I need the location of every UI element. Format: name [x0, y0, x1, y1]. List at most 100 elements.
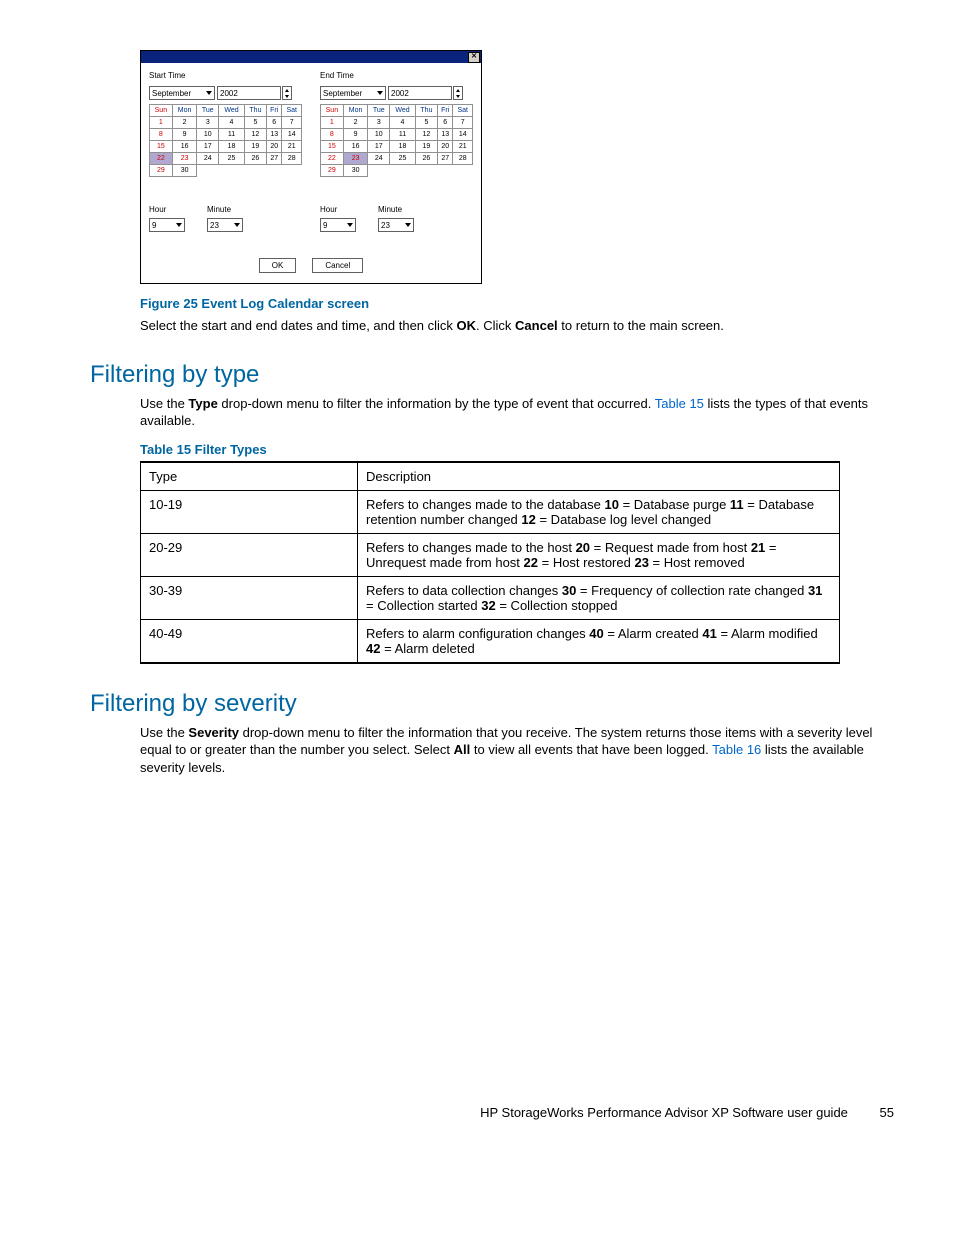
calendar-day[interactable]: 28	[453, 153, 473, 165]
calendar-day[interactable]: 19	[244, 141, 266, 153]
calendar-day[interactable]: 9	[343, 129, 368, 141]
calendar-day[interactable]: 17	[368, 141, 390, 153]
calendar-day[interactable]: 25	[219, 153, 245, 165]
chevron-down-icon	[234, 223, 240, 227]
calendar-day[interactable]: 23	[172, 153, 197, 165]
calendar-day[interactable]: 6	[266, 117, 282, 129]
ok-button[interactable]: OK	[259, 258, 297, 273]
calendar-day[interactable]: 26	[244, 153, 266, 165]
calendar-day[interactable]: 24	[197, 153, 219, 165]
calendar-day[interactable]: 18	[219, 141, 245, 153]
calendar-day[interactable]: 22	[321, 153, 344, 165]
calendar-day[interactable]: 1	[321, 117, 344, 129]
calendar-day[interactable]: 1	[150, 117, 173, 129]
calendar-day[interactable]: 10	[368, 129, 390, 141]
calendar-dow: Sun	[150, 105, 173, 117]
chevron-down-icon	[285, 95, 289, 98]
calendar-dow: Thu	[415, 105, 437, 117]
calendar-day[interactable]: 15	[150, 141, 173, 153]
calendar-empty	[282, 165, 302, 177]
calendar-day[interactable]: 19	[415, 141, 437, 153]
end-minute-dropdown[interactable]: 23	[378, 218, 414, 232]
end-hour-label: Hour	[320, 205, 356, 214]
calendar-day[interactable]: 4	[390, 117, 416, 129]
calendar-day[interactable]: 7	[282, 117, 302, 129]
calendar-day[interactable]: 25	[390, 153, 416, 165]
calendar-day[interactable]: 4	[219, 117, 245, 129]
calendar-day[interactable]: 13	[266, 129, 282, 141]
calendar-day[interactable]: 20	[266, 141, 282, 153]
end-hour-value: 9	[323, 221, 327, 230]
calendar-day[interactable]: 9	[172, 129, 197, 141]
calendar-day[interactable]: 28	[282, 153, 302, 165]
calendar-empty	[266, 165, 282, 177]
calendar-day[interactable]: 24	[368, 153, 390, 165]
filtering-by-severity-heading: Filtering by severity	[90, 690, 894, 718]
calendar-day[interactable]: 3	[197, 117, 219, 129]
calendar-day[interactable]: 30	[343, 165, 368, 177]
calendar-day[interactable]: 29	[150, 165, 173, 177]
calendar-day[interactable]: 16	[343, 141, 368, 153]
start-calendar[interactable]: SunMonTueWedThuFriSat1234567891011121314…	[149, 104, 302, 177]
calendar-day[interactable]: 27	[266, 153, 282, 165]
calendar-day[interactable]: 8	[321, 129, 344, 141]
start-year-spinner[interactable]	[282, 86, 292, 100]
calendar-day[interactable]: 7	[453, 117, 473, 129]
cancel-button[interactable]: Cancel	[312, 258, 363, 273]
table-16-xref[interactable]: Table 16	[712, 742, 761, 757]
calendar-day[interactable]: 11	[219, 129, 245, 141]
end-year-input[interactable]: 2002	[388, 86, 452, 100]
end-month-dropdown[interactable]: September	[320, 86, 386, 100]
start-hour-label: Hour	[149, 205, 185, 214]
table-cell: Refers to data collection changes 30 = F…	[358, 576, 840, 619]
calendar-dow: Thu	[244, 105, 266, 117]
start-minute-dropdown[interactable]: 23	[207, 218, 243, 232]
calendar-day[interactable]: 10	[197, 129, 219, 141]
end-hour-dropdown[interactable]: 9	[320, 218, 356, 232]
chevron-down-icon	[405, 223, 411, 227]
calendar-dow: Fri	[437, 105, 453, 117]
calendar-day[interactable]: 20	[437, 141, 453, 153]
start-hour-dropdown[interactable]: 9	[149, 218, 185, 232]
calendar-day[interactable]: 12	[244, 129, 266, 141]
calendar-day[interactable]: 21	[282, 141, 302, 153]
table-15-xref[interactable]: Table 15	[655, 396, 704, 411]
calendar-day[interactable]: 12	[415, 129, 437, 141]
calendar-dow: Sat	[453, 105, 473, 117]
calendar-day[interactable]: 15	[321, 141, 344, 153]
calendar-day[interactable]: 22	[150, 153, 173, 165]
calendar-day[interactable]: 2	[172, 117, 197, 129]
calendar-day[interactable]: 26	[415, 153, 437, 165]
start-year-input[interactable]: 2002	[217, 86, 281, 100]
calendar-empty	[244, 165, 266, 177]
calendar-day[interactable]: 3	[368, 117, 390, 129]
calendar-day[interactable]: 13	[437, 129, 453, 141]
chevron-down-icon	[456, 95, 460, 98]
calendar-day[interactable]: 6	[437, 117, 453, 129]
calendar-day[interactable]: 5	[244, 117, 266, 129]
calendar-day[interactable]: 14	[282, 129, 302, 141]
figure-25-paragraph: Select the start and end dates and time,…	[140, 317, 894, 335]
start-month-dropdown[interactable]: September	[149, 86, 215, 100]
calendar-day[interactable]: 11	[390, 129, 416, 141]
calendar-dow: Wed	[219, 105, 245, 117]
start-time-picker: Start Time September 2002 SunMonTueWedTh…	[149, 69, 302, 232]
calendar-day[interactable]: 18	[390, 141, 416, 153]
start-hour-value: 9	[152, 221, 156, 230]
end-year-spinner[interactable]	[453, 86, 463, 100]
calendar-day[interactable]: 27	[437, 153, 453, 165]
calendar-day[interactable]: 16	[172, 141, 197, 153]
close-icon[interactable]: ✕	[468, 52, 480, 63]
end-calendar[interactable]: SunMonTueWedThuFriSat1234567891011121314…	[320, 104, 473, 177]
calendar-day[interactable]: 5	[415, 117, 437, 129]
calendar-empty	[437, 165, 453, 177]
calendar-day[interactable]: 29	[321, 165, 344, 177]
calendar-day[interactable]: 17	[197, 141, 219, 153]
calendar-day[interactable]: 21	[453, 141, 473, 153]
calendar-day[interactable]: 23	[343, 153, 368, 165]
calendar-day[interactable]: 30	[172, 165, 197, 177]
calendar-day[interactable]: 8	[150, 129, 173, 141]
calendar-day[interactable]: 2	[343, 117, 368, 129]
start-minute-value: 23	[210, 221, 219, 230]
calendar-day[interactable]: 14	[453, 129, 473, 141]
